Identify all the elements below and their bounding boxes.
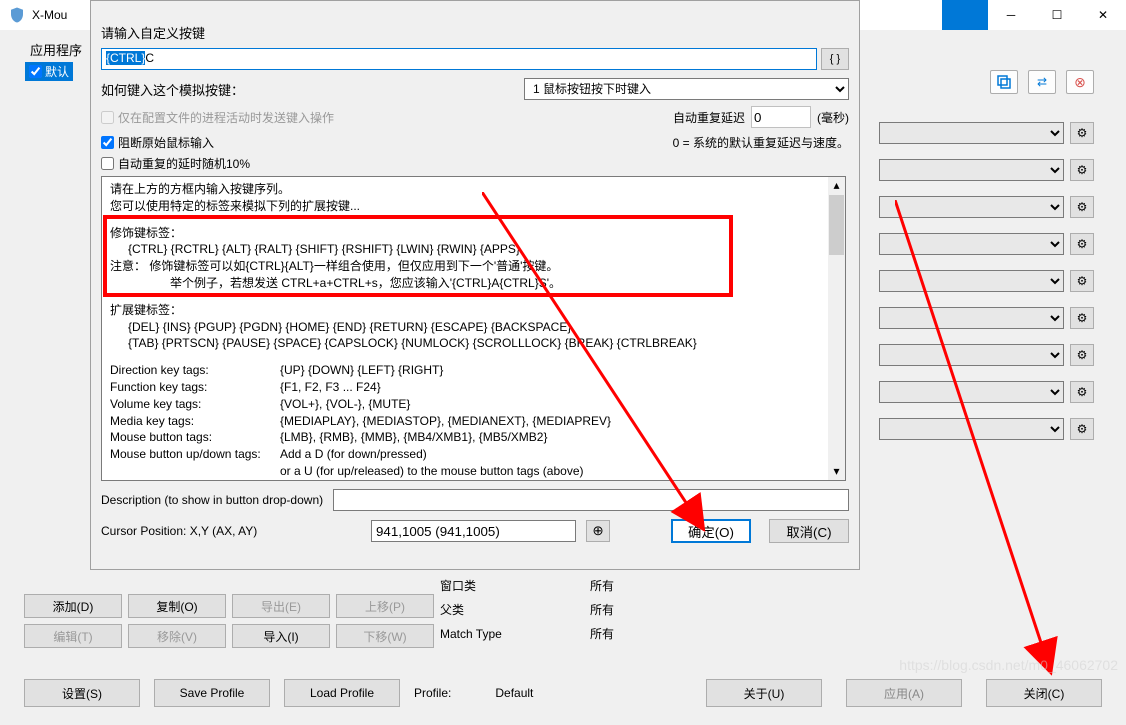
remove-button[interactable]: 移除(V)	[128, 624, 226, 648]
cancel-button[interactable]: 取消(C)	[769, 519, 849, 543]
gear-button-3[interactable]: ⚙	[1070, 196, 1094, 218]
cursor-position-input[interactable]	[371, 520, 576, 542]
default-checkbox-input[interactable]	[29, 65, 42, 78]
action-select-8[interactable]	[879, 381, 1064, 403]
crosshair-button[interactable]: ⊕	[586, 520, 610, 542]
action-select-6[interactable]	[879, 307, 1064, 329]
bg-window-title: X-Mou	[32, 8, 67, 22]
profile-label: Profile:	[414, 686, 451, 700]
block-input-checkbox[interactable]: 阻断原始鼠标输入	[101, 134, 214, 151]
save-profile-button[interactable]: Save Profile	[154, 679, 270, 707]
load-profile-button[interactable]: Load Profile	[284, 679, 400, 707]
action-select-5[interactable]	[879, 270, 1064, 292]
swap-button[interactable]: ⇄	[1028, 70, 1056, 94]
how-label: 如何键入这个模拟按键：	[101, 80, 244, 99]
export-button[interactable]: 导出(E)	[232, 594, 330, 618]
default-profile-checkbox[interactable]: 默认	[25, 62, 73, 81]
insert-tag-button[interactable]: { }	[821, 48, 849, 70]
dialog-title: 请输入自定义按键	[101, 23, 849, 42]
action-select-9[interactable]	[879, 418, 1064, 440]
how-select[interactable]: 1 鼠标按钮按下时键入	[524, 78, 849, 100]
gear-button-7[interactable]: ⚙	[1070, 344, 1094, 366]
delete-button[interactable]: ⊗	[1066, 70, 1094, 94]
action-select-2[interactable]	[879, 159, 1064, 181]
only-process-checkbox[interactable]: 仅在配置文件的进程活动时发送键入操作	[101, 109, 334, 126]
help-scrollbar[interactable]: ▴▾	[828, 177, 845, 480]
match-info: 窗口类所有 父类所有 Match Type所有	[440, 574, 614, 646]
shield-icon	[8, 6, 26, 24]
action-select-1[interactable]	[879, 122, 1064, 144]
gear-button-8[interactable]: ⚙	[1070, 381, 1094, 403]
right-action-panel: ⇄ ⊗ ⚙ ⚙ ⚙ ⚙ ⚙ ⚙ ⚙ ⚙ ⚙	[879, 70, 1094, 455]
gear-button-1[interactable]: ⚙	[1070, 122, 1094, 144]
import-button[interactable]: 导入(I)	[232, 624, 330, 648]
settings-button[interactable]: 设置(S)	[24, 679, 140, 707]
description-input[interactable]	[333, 489, 849, 511]
copy-button[interactable]: 复制(O)	[128, 594, 226, 618]
description-label: Description (to show in button drop-down…	[101, 493, 323, 507]
add-button[interactable]: 添加(D)	[24, 594, 122, 618]
close-button[interactable]: 关闭(C)	[986, 679, 1102, 707]
watermark: https://blog.csdn.net/m0_46062702	[899, 657, 1118, 673]
random-delay-checkbox[interactable]: 自动重复的延时随机10%	[101, 155, 250, 172]
help-textarea: 请在上方的方框内输入按键序列。 您可以使用特定的标签来模拟下列的扩展按键... …	[101, 176, 846, 481]
tab-applications[interactable]: 应用程序	[30, 40, 82, 59]
app-button-grid: 添加(D) 复制(O) 导出(E) 上移(P) 编辑(T) 移除(V) 导入(I…	[24, 594, 434, 648]
gear-button-9[interactable]: ⚙	[1070, 418, 1094, 440]
action-select-4[interactable]	[879, 233, 1064, 255]
system-delay-text: 0 = 系统的默认重复延迟与速度。	[673, 134, 849, 151]
profile-value: Default	[495, 686, 533, 700]
copy-layer-button[interactable]	[990, 70, 1018, 94]
window-buttons: ─ ☐ ✕	[942, 0, 1126, 30]
auto-repeat-input[interactable]	[751, 106, 811, 128]
cursor-position-label: Cursor Position: X,Y (AX, AY)	[101, 524, 361, 538]
moveup-button[interactable]: 上移(P)	[336, 594, 434, 618]
maximize-button[interactable]: ☐	[1034, 0, 1080, 30]
auto-repeat-label: 自动重复延迟	[673, 109, 745, 126]
footer: 设置(S) Save Profile Load Profile Profile:…	[24, 679, 1102, 707]
edit-button[interactable]: 编辑(T)	[24, 624, 122, 648]
titlebar-spacer	[942, 0, 988, 30]
gear-button-6[interactable]: ⚙	[1070, 307, 1094, 329]
ok-button[interactable]: 确定(O)	[671, 519, 751, 543]
about-button[interactable]: 关于(U)	[706, 679, 822, 707]
action-select-7[interactable]	[879, 344, 1064, 366]
ms-label: (毫秒)	[817, 109, 849, 126]
gear-button-4[interactable]: ⚙	[1070, 233, 1094, 255]
apply-button[interactable]: 应用(A)	[846, 679, 962, 707]
close-window-button[interactable]: ✕	[1080, 0, 1126, 30]
minimize-button[interactable]: ─	[988, 0, 1034, 30]
gear-button-5[interactable]: ⚙	[1070, 270, 1094, 292]
gear-button-2[interactable]: ⚙	[1070, 159, 1094, 181]
movedown-button[interactable]: 下移(W)	[336, 624, 434, 648]
action-select-3[interactable]	[879, 196, 1064, 218]
custom-key-dialog: 请输入自定义按键 {CTRL}C { } 如何键入这个模拟按键： 1 鼠标按钮按…	[90, 0, 860, 570]
key-sequence-input[interactable]: {CTRL}C	[101, 48, 817, 70]
